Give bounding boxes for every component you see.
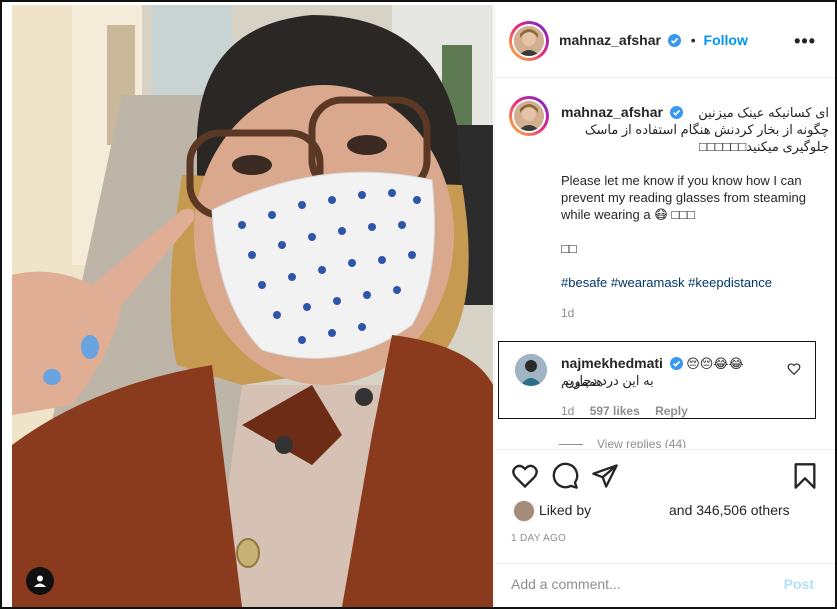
follow-button[interactable]: Follow: [704, 32, 748, 48]
comment-input[interactable]: Add a comment...: [511, 576, 751, 592]
verified-icon: [669, 357, 683, 370]
caption-avatar[interactable]: [509, 96, 549, 136]
bookmark-icon[interactable]: [791, 462, 819, 490]
liked-by-label: Liked by: [539, 502, 592, 518]
share-icon[interactable]: [591, 462, 619, 490]
caption-persian-line2: چگونه از بخار کردنش هنگام استفاده از ماس…: [584, 122, 829, 137]
selfie-illustration: [12, 5, 493, 607]
add-comment-bar: Add a comment... Post: [495, 563, 835, 607]
heart-icon[interactable]: [511, 462, 539, 490]
view-replies-button[interactable]: View replies (44): [559, 437, 686, 448]
caption-time: 1d: [561, 306, 575, 320]
post-photo[interactable]: [12, 5, 493, 607]
liker-avatar[interactable]: [513, 500, 535, 522]
user-tag-icon[interactable]: [26, 567, 54, 595]
comment-likes[interactable]: 597 likes: [590, 404, 640, 418]
reply-button[interactable]: Reply: [655, 404, 688, 418]
caption-hashtags[interactable]: #besafe #wearamask #keepdistance: [561, 274, 829, 291]
caption-persian-line1: ای کسانیکه عینک میزنین: [698, 105, 829, 120]
view-replies-label: View replies (44): [597, 437, 687, 448]
replies-divider: [559, 444, 583, 446]
author-avatar[interactable]: [509, 21, 549, 61]
comments-section[interactable]: mahnaz_afshar ای کسانیکه عینک میزنین چگو…: [495, 78, 835, 448]
likes-count[interactable]: and 346,506 others: [669, 502, 790, 518]
instagram-post-window: mahnaz_afshar • Follow ••• mahnaz_afshar…: [0, 0, 837, 609]
verified-icon: [667, 34, 681, 47]
verified-icon: [669, 106, 683, 119]
author-username[interactable]: mahnaz_afshar: [559, 32, 661, 48]
post-side-panel: mahnaz_afshar • Follow ••• mahnaz_afshar…: [494, 5, 835, 607]
comment-icon[interactable]: [551, 462, 579, 490]
commenter-username[interactable]: najmekhedmati: [561, 355, 663, 371]
post-comment-button[interactable]: Post: [784, 576, 814, 592]
post-header: mahnaz_afshar • Follow •••: [495, 5, 835, 78]
caption-boxes: □□: [561, 241, 577, 256]
separator-dot: •: [690, 32, 696, 48]
action-bar: Liked by and 346,506 others 1 DAY AGO: [495, 449, 835, 564]
comment-item: najmekhedmati 😂😂😔😔هممون به این درد دچاری…: [498, 341, 816, 419]
caption-english: Please let me know if you know how I can…: [561, 173, 806, 222]
post-date: 1 DAY AGO: [511, 533, 567, 544]
comment-time: 1d: [561, 404, 575, 418]
caption-persian-line3: جلوگیری میکنید□□□□□□: [699, 139, 829, 154]
more-icon[interactable]: •••: [794, 31, 816, 52]
comment-heart-icon[interactable]: [787, 362, 801, 376]
caption-username[interactable]: mahnaz_afshar: [561, 104, 663, 120]
commenter-avatar[interactable]: [515, 354, 547, 386]
